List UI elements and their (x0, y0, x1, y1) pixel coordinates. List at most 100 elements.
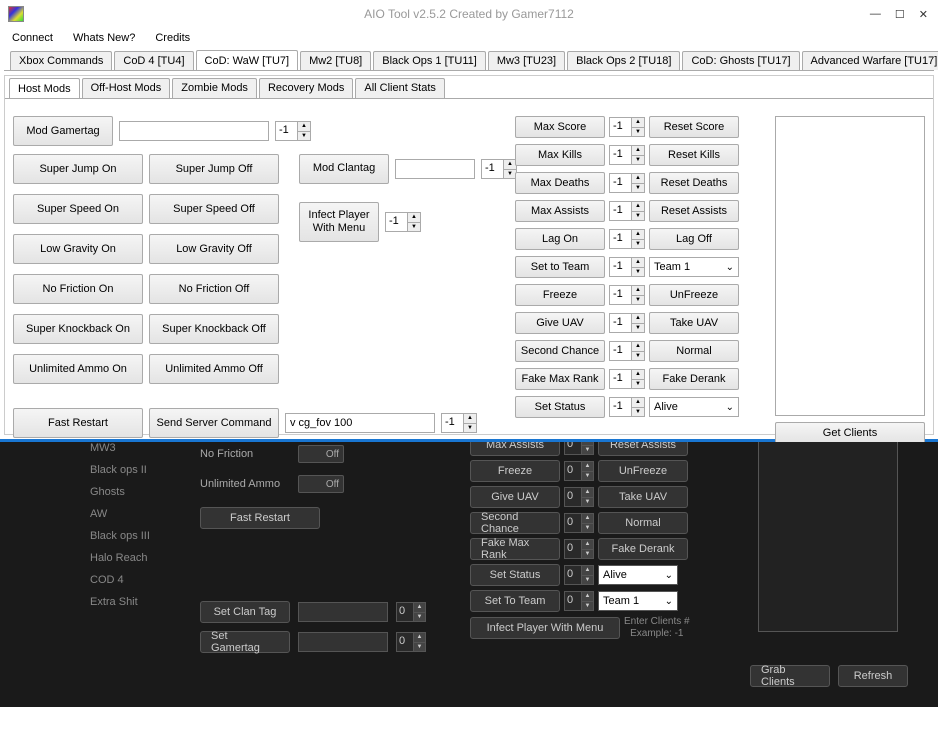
right-action-a[interactable]: Max Deaths (515, 172, 605, 194)
dark-side-item[interactable]: AW (90, 508, 150, 520)
gamertag-client-num[interactable]: -1▲▼ (275, 121, 311, 141)
top-tab[interactable]: Xbox Commands (10, 51, 112, 70)
right-num[interactable]: -1▲▼ (609, 397, 645, 417)
right-action-a[interactable]: Fake Max Rank (515, 368, 605, 390)
dark-set-button[interactable]: Set Gamertag (200, 631, 290, 653)
mod-off-button[interactable]: Low Gravity Off (149, 234, 279, 264)
top-tab[interactable]: CoD: Ghosts [TU17] (682, 51, 799, 70)
dark-action-a[interactable]: Max Assists (470, 442, 560, 456)
right-num[interactable]: -1▲▼ (609, 229, 645, 249)
maximize-button[interactable]: ☐ (895, 8, 905, 21)
dark-action-a[interactable]: Second Chance (470, 512, 560, 534)
dark-action-a[interactable]: Freeze (470, 460, 560, 482)
right-action-b[interactable]: Lag Off (649, 228, 739, 250)
dark-set-num[interactable]: 0▲▼ (396, 602, 426, 622)
mod-off-button[interactable]: Super Speed Off (149, 194, 279, 224)
right-action-b[interactable]: Reset Deaths (649, 172, 739, 194)
server-command-input[interactable] (285, 413, 435, 433)
dark-num[interactable]: 0▲▼ (564, 442, 594, 455)
sub-tab[interactable]: Zombie Mods (172, 78, 257, 98)
dark-infect-button[interactable]: Infect Player With Menu (470, 617, 620, 639)
dark-grab-clients-button[interactable]: Grab Clients (750, 665, 830, 687)
mod-on-button[interactable]: Super Knockback On (13, 314, 143, 344)
top-tab[interactable]: Black Ops 1 [TU11] (373, 51, 486, 70)
right-action-a[interactable]: Max Kills (515, 144, 605, 166)
dark-num[interactable]: 0▲▼ (564, 539, 594, 559)
dark-clients-list[interactable] (758, 442, 898, 632)
clantag-num[interactable]: -1▲▼ (481, 159, 517, 179)
right-num[interactable]: -1▲▼ (609, 257, 645, 277)
dark-side-item[interactable]: MW3 (90, 442, 150, 454)
dark-num[interactable]: 0▲▼ (564, 487, 594, 507)
dark-set-input[interactable] (298, 632, 388, 652)
dark-action-b[interactable]: Normal (598, 512, 688, 534)
mod-off-button[interactable]: Super Knockback Off (149, 314, 279, 344)
sub-tab[interactable]: All Client Stats (355, 78, 445, 98)
dark-action-b[interactable]: UnFreeze (598, 460, 688, 482)
dark-fast-restart-button[interactable]: Fast Restart (200, 507, 320, 529)
mod-on-button[interactable]: Low Gravity On (13, 234, 143, 264)
right-num[interactable]: -1▲▼ (609, 313, 645, 333)
right-num[interactable]: -1▲▼ (609, 117, 645, 137)
mod-clantag-button[interactable]: Mod Clantag (299, 154, 389, 184)
dark-side-item[interactable]: Ghosts (90, 486, 150, 498)
right-num[interactable]: -1▲▼ (609, 201, 645, 221)
mod-on-button[interactable]: Super Speed On (13, 194, 143, 224)
dark-num[interactable]: 0▲▼ (564, 565, 594, 585)
dark-action-a[interactable]: Fake Max Rank (470, 538, 560, 560)
get-clients-button[interactable]: Get Clients (775, 422, 925, 444)
mod-gamertag-button[interactable]: Mod Gamertag (13, 116, 113, 146)
menu-whats-new[interactable]: Whats New? (73, 32, 135, 44)
clantag-input[interactable] (395, 159, 475, 179)
dark-action-b[interactable]: Fake Derank (598, 538, 688, 560)
sub-tab[interactable]: Off-Host Mods (82, 78, 171, 98)
top-tab[interactable]: Mw3 [TU23] (488, 51, 565, 70)
dark-refresh-button[interactable]: Refresh (838, 665, 908, 687)
dark-side-item[interactable]: Halo Reach (90, 552, 150, 564)
send-server-command-button[interactable]: Send Server Command (149, 408, 279, 438)
dark-action-a[interactable]: Set Status (470, 564, 560, 586)
right-action-a[interactable]: Lag On (515, 228, 605, 250)
top-tab[interactable]: Black Ops 2 [TU18] (567, 51, 680, 70)
right-action-a[interactable]: Give UAV (515, 312, 605, 334)
right-action-a[interactable]: Freeze (515, 284, 605, 306)
right-num[interactable]: -1▲▼ (609, 341, 645, 361)
dark-num[interactable]: 0▲▼ (564, 461, 594, 481)
top-tab[interactable]: Mw2 [TU8] (300, 51, 371, 70)
right-action-a[interactable]: Max Assists (515, 200, 605, 222)
gamertag-input[interactable] (119, 121, 269, 141)
dark-action-a[interactable]: Give UAV (470, 486, 560, 508)
close-button[interactable]: ✕ (919, 8, 928, 21)
mod-off-button[interactable]: Unlimited Ammo Off (149, 354, 279, 384)
right-num[interactable]: -1▲▼ (609, 285, 645, 305)
right-action-b[interactable]: Normal (649, 340, 739, 362)
dark-action-a[interactable]: Set To Team (470, 590, 560, 612)
dark-toggle[interactable]: Off (298, 475, 344, 493)
top-tab[interactable]: Advanced Warfare [TU17] (802, 51, 938, 70)
dark-set-button[interactable]: Set Clan Tag (200, 601, 290, 623)
right-action-a[interactable]: Second Chance (515, 340, 605, 362)
minimize-button[interactable]: — (870, 8, 881, 21)
mod-on-button[interactable]: Super Jump On (13, 154, 143, 184)
sub-tab[interactable]: Host Mods (9, 78, 80, 98)
infect-num[interactable]: -1▲▼ (385, 212, 421, 232)
top-tab[interactable]: CoD 4 [TU4] (114, 51, 193, 70)
dark-side-item[interactable]: Extra Shit (90, 596, 150, 608)
menu-connect[interactable]: Connect (12, 32, 53, 44)
dark-side-item[interactable]: Black ops III (90, 530, 150, 542)
sub-tab[interactable]: Recovery Mods (259, 78, 353, 98)
mod-off-button[interactable]: No Friction Off (149, 274, 279, 304)
dark-num[interactable]: 0▲▼ (564, 591, 594, 611)
dark-side-item[interactable]: Black ops II (90, 464, 150, 476)
top-tab[interactable]: CoD: WaW [TU7] (196, 50, 299, 70)
right-action-a[interactable]: Set Status (515, 396, 605, 418)
right-action-b[interactable]: Reset Score (649, 116, 739, 138)
dark-num[interactable]: 0▲▼ (564, 513, 594, 533)
right-num[interactable]: -1▲▼ (609, 145, 645, 165)
mod-on-button[interactable]: Unlimited Ammo On (13, 354, 143, 384)
right-action-b[interactable]: UnFreeze (649, 284, 739, 306)
dark-select[interactable]: Team 1 (598, 591, 678, 611)
right-num[interactable]: -1▲▼ (609, 369, 645, 389)
server-command-num[interactable]: -1▲▼ (441, 413, 477, 433)
right-action-b[interactable]: Take UAV (649, 312, 739, 334)
